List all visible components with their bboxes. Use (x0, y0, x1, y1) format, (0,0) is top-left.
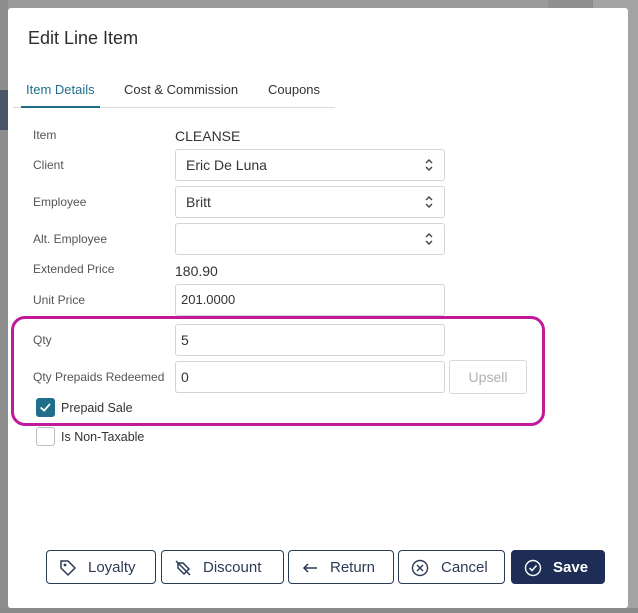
check-circle-icon (524, 559, 542, 577)
return-button-label: Return (330, 559, 376, 576)
dialog-title: Edit Line Item (28, 28, 139, 48)
save-button-label: Save (553, 559, 589, 576)
tag-off-icon (175, 560, 191, 576)
tab-bar: Item Details Cost & Commission Coupons (13, 80, 335, 108)
alt-employee-label: Alt. Employee (33, 232, 108, 246)
qty-label: Qty (33, 333, 52, 347)
tab-cost-commission[interactable]: Cost & Commission (124, 80, 238, 108)
item-value: CLEANSE (175, 128, 241, 144)
unit-price-label: Unit Price (33, 293, 86, 307)
cancel-button[interactable]: Cancel (398, 550, 505, 584)
client-select[interactable]: Eric De Luna (175, 149, 445, 181)
upsell-button[interactable]: Upsell (449, 360, 527, 394)
qty-input[interactable]: 5 (175, 324, 445, 356)
tag-icon (60, 560, 77, 577)
return-button[interactable]: Return (288, 550, 394, 584)
background-app-left-accent (0, 90, 8, 130)
unit-price-input[interactable]: 201.0000 (175, 284, 445, 316)
select-chevron-icon (425, 196, 433, 208)
prepaid-sale-checkbox[interactable] (36, 398, 55, 417)
tab-coupons[interactable]: Coupons (268, 80, 320, 108)
background-app-bottom (0, 608, 638, 613)
close-circle-icon (411, 559, 429, 577)
discount-button-label: Discount (203, 559, 262, 576)
tab-item-details[interactable]: Item Details (21, 80, 100, 108)
client-label: Client (33, 158, 64, 172)
extended-price-value: 180.90 (175, 263, 218, 279)
qty-prepaids-redeemed-label: Qty Prepaids Redeemed (33, 370, 165, 384)
non-taxable-label: Is Non-Taxable (61, 430, 145, 444)
prepaid-sale-label: Prepaid Sale (61, 401, 133, 415)
discount-button[interactable]: Discount (161, 550, 284, 584)
select-chevron-icon (425, 233, 433, 245)
loyalty-button-label: Loyalty (88, 559, 136, 576)
arrow-left-icon (302, 563, 317, 573)
edit-line-item-dialog: Edit Line Item Item Details Cost & Commi… (8, 8, 628, 608)
non-taxable-checkbox[interactable] (36, 427, 55, 446)
qty-prepaids-redeemed-input[interactable]: 0 (175, 361, 445, 393)
loyalty-button[interactable]: Loyalty (46, 550, 156, 584)
cancel-button-label: Cancel (441, 559, 488, 576)
employee-select-value: Britt (186, 194, 211, 210)
item-label: Item (33, 128, 57, 142)
extended-price-label: Extended Price (33, 262, 115, 276)
employee-select[interactable]: Britt (175, 186, 445, 218)
checkmark-icon (39, 403, 51, 412)
client-select-value: Eric De Luna (186, 157, 267, 173)
employee-label: Employee (33, 195, 87, 209)
save-button[interactable]: Save (511, 550, 605, 584)
select-chevron-icon (425, 159, 433, 171)
alt-employee-select[interactable] (175, 223, 445, 255)
